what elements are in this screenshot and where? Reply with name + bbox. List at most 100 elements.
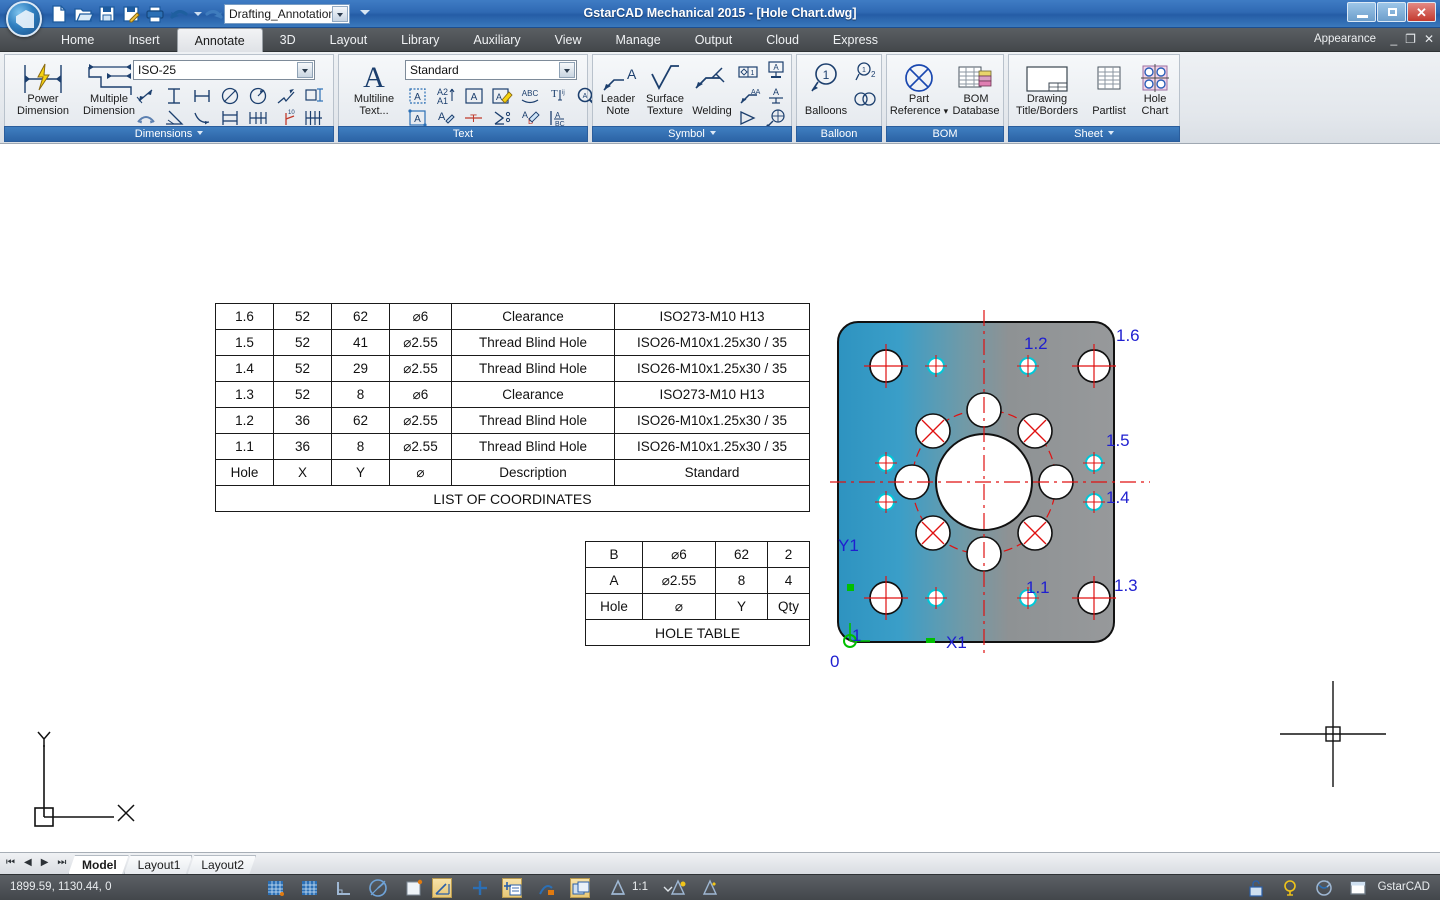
application-menu-button[interactable]	[6, 1, 42, 37]
panel-title-symbol[interactable]: Symbol	[592, 126, 792, 142]
ribbon-tab-express[interactable]: Express	[816, 28, 895, 52]
ribbon-tab-view[interactable]: View	[538, 28, 599, 52]
jogged-dimension-icon[interactable]	[275, 85, 297, 107]
ribbon-tab-manage[interactable]: Manage	[599, 28, 678, 52]
panel-title-sheet[interactable]: Sheet	[1008, 126, 1180, 142]
panel-title-balloon[interactable]: Balloon	[796, 126, 882, 142]
status-bar: 1899.59, 1130.44, 0 1:1 GstarCAD	[0, 874, 1440, 900]
coordinates-cell: ⌀6	[389, 303, 452, 330]
auto-scale-icon[interactable]	[700, 878, 720, 898]
datum-identifier-icon[interactable]: A	[765, 59, 787, 81]
text-frame-icon[interactable]: A	[407, 85, 429, 107]
text-box-icon[interactable]: A	[463, 85, 485, 107]
power-dimension-button[interactable]: Power Dimension	[11, 59, 75, 119]
minimize-button[interactable]	[1347, 2, 1376, 22]
annotation-scale-value[interactable]: 1:1	[632, 881, 648, 893]
coordinates-cell: ⌀2.55	[389, 407, 452, 434]
hole-chart-button[interactable]: Hole Chart	[1133, 59, 1177, 119]
hole-label-1-2: 1.2	[1024, 334, 1048, 353]
dynamic-ucs-icon[interactable]	[470, 878, 490, 898]
osnap-tracking-icon[interactable]	[432, 878, 452, 898]
panel-title-bom[interactable]: BOM	[886, 126, 1004, 142]
leader-note-button[interactable]: A Leader Note	[596, 59, 640, 119]
lightbulb-icon[interactable]	[1280, 878, 1300, 898]
ribbon-tab-insert[interactable]: Insert	[111, 28, 176, 52]
taper-symbol-icon[interactable]: A	[765, 85, 787, 107]
arc-text-icon[interactable]: ABC	[519, 85, 541, 107]
chamfer-dimension-icon[interactable]	[303, 85, 325, 107]
ribbon-tab-layout[interactable]: Layout	[313, 28, 385, 52]
window-icon[interactable]	[1348, 878, 1368, 898]
layout-tab-model[interactable]: Model	[68, 855, 129, 875]
layout-nav-button-1[interactable]: ◀	[24, 857, 32, 868]
hole-table[interactable]: B ⌀6 62 2 A ⌀2.55 8 4 Hole ⌀ Y Qty HOLE TABLE	[585, 541, 810, 646]
horizontal-dimension-icon[interactable]	[191, 85, 213, 107]
ribbon-tab-home[interactable]: Home	[44, 28, 111, 52]
coordinates-cell: ⌀2.55	[389, 433, 452, 460]
coordinates-cell: ISO26-M10x1.25x30 / 35	[614, 407, 810, 434]
dimension-style-combo[interactable]: ISO-25	[133, 60, 315, 80]
partlist-button[interactable]: Partlist	[1085, 59, 1133, 119]
table-row: 1.6 52 62 ⌀6 Clearance ISO273-M10 H13	[215, 303, 810, 330]
diameter-dimension-icon[interactable]	[219, 85, 241, 107]
ribbon-tab-output[interactable]: Output	[678, 28, 750, 52]
multiple-dimension-button[interactable]: Multiple Dimension	[77, 59, 141, 119]
object-snap-icon[interactable]	[404, 878, 424, 898]
coordinates-cell: ⌀2.55	[389, 355, 452, 382]
ribbon-tab-annotate[interactable]: Annotate	[176, 28, 263, 52]
balloons-button[interactable]: 1 Balloons	[799, 59, 853, 119]
layout-nav-button-0[interactable]: ⏮	[6, 857, 15, 868]
grid-snap-icon[interactable]	[266, 878, 286, 898]
vertical-dimension-icon[interactable]	[163, 85, 185, 107]
ribbon-tab-cloud[interactable]: Cloud	[749, 28, 816, 52]
doc-restore-button[interactable]: ❐	[1405, 31, 1416, 48]
edit-text-icon[interactable]: A	[491, 85, 513, 107]
ribbon-tab-library[interactable]: Library	[384, 28, 456, 52]
coordinate-readout[interactable]: 1899.59, 1130.44, 0	[10, 881, 111, 893]
drawing-canvas[interactable]: 1.6 52 62 ⌀6 Clearance ISO273-M10 H13 1.5 52 41 ⌀…	[0, 145, 1440, 852]
drawing-title-borders-button[interactable]: Drawing Title/Borders	[1011, 59, 1083, 119]
text-sort-icon[interactable]: A2 A1	[435, 85, 457, 107]
ribbon-tab-3d[interactable]: 3D	[263, 28, 313, 52]
transparency-icon[interactable]	[570, 878, 590, 898]
panel-title-text[interactable]: Text	[338, 126, 588, 142]
layout-nav-button-3[interactable]: ⏭	[57, 857, 66, 868]
lock-icon[interactable]	[1246, 878, 1266, 898]
chevron-down-icon	[197, 131, 204, 135]
annotation-visibility-icon[interactable]	[668, 878, 688, 898]
chevron-down-icon[interactable]	[559, 62, 575, 78]
panel-title-dimensions[interactable]: Dimensions	[4, 126, 334, 142]
restore-button[interactable]	[1377, 2, 1406, 22]
edge-symbol-icon[interactable]: AA	[737, 85, 761, 107]
ribbon-tab-auxiliary[interactable]: Auxiliary	[456, 28, 537, 52]
text-style-combo[interactable]: Standard	[405, 60, 577, 80]
dynamic-input-icon[interactable]	[502, 878, 522, 898]
close-button[interactable]: ✕	[1407, 2, 1436, 22]
layout-tab-layout1[interactable]: Layout1	[124, 855, 193, 875]
welding-button[interactable]: Welding	[690, 59, 734, 119]
collect-balloon-icon[interactable]	[853, 89, 876, 111]
surface-texture-button[interactable]: Surface Texture	[642, 59, 688, 119]
doc-minimize-button[interactable]: _	[1390, 31, 1397, 48]
radius-dimension-icon[interactable]	[247, 85, 269, 107]
part-reference-label-1: Part	[908, 93, 930, 105]
auto-balloon-icon[interactable]: 12	[853, 61, 876, 83]
grid-display-icon[interactable]	[300, 878, 320, 898]
chevron-down-icon[interactable]	[297, 62, 313, 78]
text-align-icon[interactable]: Tij	[547, 85, 569, 107]
clean-screen-icon[interactable]	[1314, 878, 1334, 898]
layout-nav-button-2[interactable]: ▶	[41, 857, 49, 868]
annotation-scale-icon[interactable]	[608, 878, 628, 898]
bom-database-button[interactable]: BOM Database	[949, 59, 1003, 119]
part-reference-button[interactable]: Part Reference ▾	[889, 59, 949, 119]
multiline-text-button[interactable]: A Multiline Text...	[345, 59, 403, 119]
ortho-icon[interactable]	[334, 878, 354, 898]
feature-control-frame-icon[interactable]: 1	[737, 61, 759, 83]
layout-tab-layout2[interactable]: Layout2	[187, 855, 256, 875]
doc-close-button[interactable]: ✕	[1424, 31, 1434, 48]
lineweight-icon[interactable]	[536, 878, 556, 898]
polar-tracking-icon[interactable]	[368, 878, 388, 898]
aligned-dimension-icon[interactable]	[135, 85, 157, 107]
list-of-coordinates-table[interactable]: 1.6 52 62 ⌀6 Clearance ISO273-M10 H13 1.5 52 41 ⌀…	[215, 303, 810, 512]
part-drawing[interactable]: 1.2 1.6 1.5 1.4 1.1 1.3 Y1 X1 1 0	[828, 308, 1158, 671]
